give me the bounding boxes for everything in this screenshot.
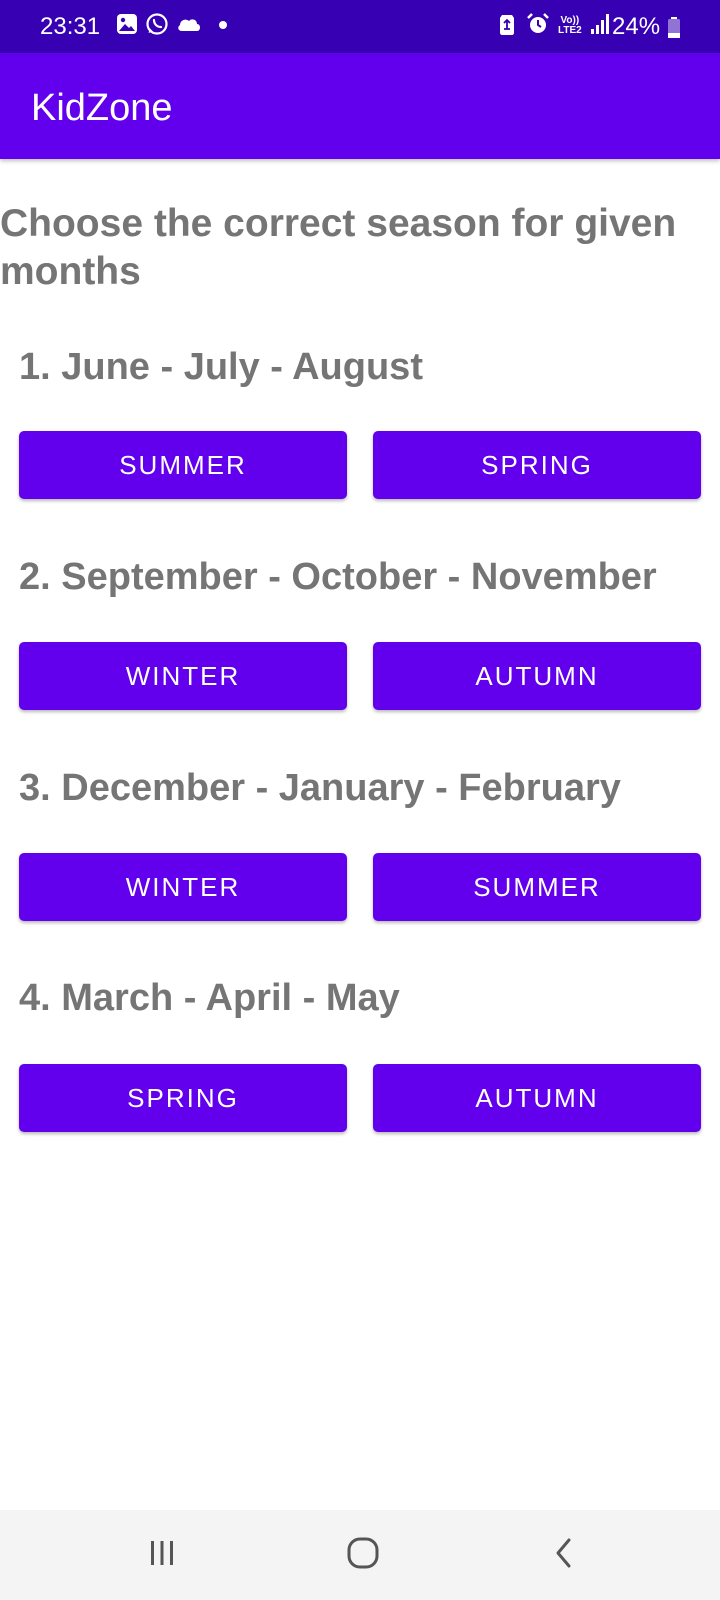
- whatsapp-icon: [145, 12, 169, 41]
- question-1-option-summer-button[interactable]: SUMMER: [19, 431, 347, 499]
- app-title: KidZone: [31, 87, 173, 129]
- volte-icon: Vo)) LTE2: [558, 16, 582, 36]
- home-icon: [346, 1536, 380, 1575]
- status-left-icons: [116, 12, 229, 40]
- alarm-icon: [526, 12, 550, 41]
- back-button[interactable]: [524, 1532, 604, 1578]
- navigation-bar: [0, 1510, 720, 1600]
- question-1: 1. June - July - August: [19, 346, 423, 388]
- recent-apps-button[interactable]: [122, 1532, 202, 1578]
- app-bar: KidZone: [0, 53, 720, 159]
- status-time: 23:31: [40, 13, 101, 40]
- lte-label: LTE2: [558, 25, 582, 36]
- home-button[interactable]: [323, 1532, 403, 1578]
- recycle-icon: [496, 12, 518, 41]
- gallery-icon: [116, 13, 138, 40]
- question-2-option-winter-button[interactable]: WINTER: [19, 642, 347, 710]
- battery-percent: 24%: [612, 13, 661, 40]
- question-4-option-spring-button[interactable]: SPRING: [19, 1064, 347, 1132]
- question-3: 3. December - January - February: [19, 767, 621, 809]
- battery-icon: [667, 17, 681, 39]
- recent-apps-icon: [148, 1538, 176, 1573]
- status-right-icons: Vo)) LTE2: [496, 12, 610, 40]
- question-4: 4. March - April - May: [19, 977, 400, 1019]
- cloud-icon: [176, 15, 202, 38]
- question-3-option-summer-button[interactable]: SUMMER: [373, 853, 701, 921]
- question-3-option-winter-button[interactable]: WINTER: [19, 853, 347, 921]
- instruction-text: Choose the correct season for given mont…: [0, 202, 677, 293]
- question-1-option-spring-button[interactable]: SPRING: [373, 431, 701, 499]
- question-4-option-autumn-button[interactable]: AUTUMN: [373, 1064, 701, 1132]
- status-bar: 23:31 Vo)) LTE2 24%: [0, 0, 720, 53]
- dot-icon: [209, 17, 229, 35]
- signal-icon: [590, 13, 610, 40]
- question-2-option-autumn-button[interactable]: AUTUMN: [373, 642, 701, 710]
- question-2: 2. September - October - November: [19, 556, 657, 598]
- back-icon: [552, 1536, 576, 1575]
